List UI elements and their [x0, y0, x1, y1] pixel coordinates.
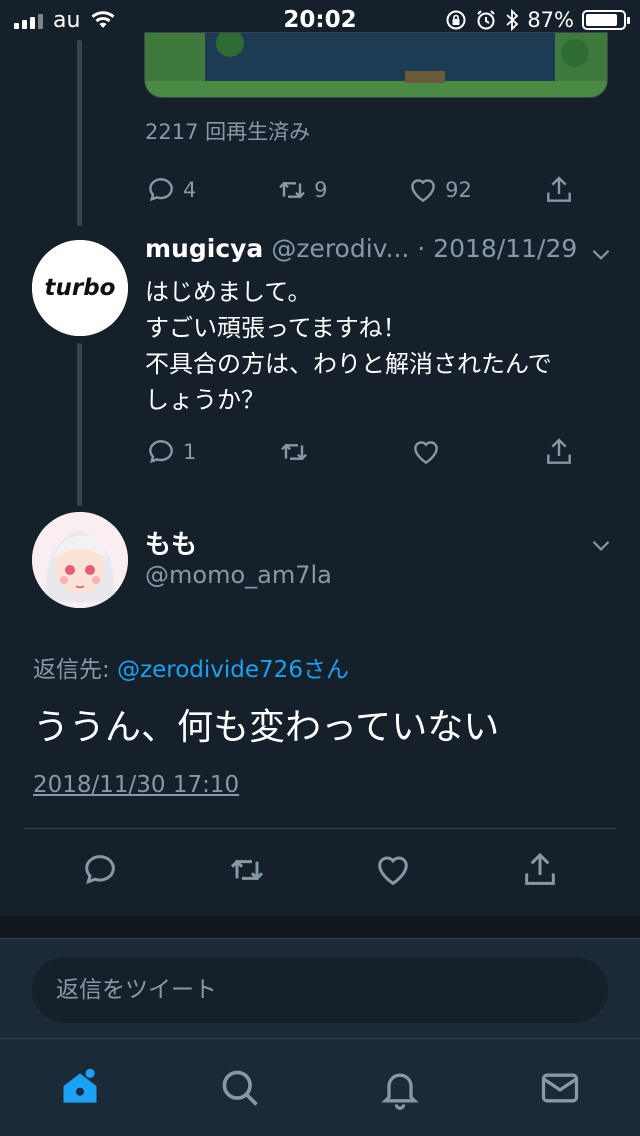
- section-separator: [0, 916, 640, 938]
- heart-icon[interactable]: [373, 850, 413, 890]
- retweet-icon: [280, 443, 307, 461]
- share-button[interactable]: [543, 436, 575, 468]
- wifi-icon: [91, 11, 115, 28]
- like-button[interactable]: 92: [407, 174, 472, 206]
- avatar[interactable]: [32, 512, 128, 608]
- reply-bar: [0, 938, 640, 1038]
- prev-tweet-actions: 4 9 92: [145, 174, 575, 206]
- home-icon[interactable]: [58, 1066, 102, 1110]
- avatar[interactable]: turbo: [32, 240, 128, 336]
- reply-tweet-actions: 1: [145, 436, 575, 468]
- reply-to-prefix: 返信先:: [33, 657, 118, 683]
- user-handle[interactable]: @momo_am7la: [145, 561, 332, 589]
- signal-icon: [14, 11, 43, 29]
- tweet-header: mugicya @zerodiv... · 2018/11/29: [145, 234, 615, 263]
- display-name[interactable]: もも: [145, 524, 197, 561]
- reply-icon: [149, 178, 173, 202]
- share-icon[interactable]: [520, 850, 560, 890]
- notifications-icon[interactable]: [378, 1066, 422, 1110]
- view-count: 2217 回再生済み: [145, 120, 311, 144]
- retweet-icon: [279, 181, 305, 199]
- share-button[interactable]: [543, 174, 575, 206]
- status-time: 20:02: [283, 7, 357, 33]
- carrier-label: au: [53, 7, 81, 33]
- tab-bar: [0, 1038, 640, 1136]
- reply-button[interactable]: 1: [145, 436, 205, 468]
- game-map-image: [145, 33, 607, 97]
- chevron-down-icon[interactable]: [588, 241, 614, 267]
- tweet-text: ううん、何も変わっていない: [33, 707, 500, 748]
- chevron-down-icon[interactable]: [588, 532, 614, 558]
- thread-line: [77, 343, 82, 506]
- svg-text:turbo: turbo: [45, 275, 116, 301]
- retweet-count: 9: [314, 178, 328, 202]
- search-icon[interactable]: [218, 1066, 262, 1110]
- anime-avatar-image: [32, 512, 128, 608]
- turbo-logo: turbo: [32, 240, 128, 336]
- reply-button[interactable]: 4: [145, 174, 205, 206]
- reply-to-link[interactable]: @zerodivide726さん: [117, 657, 349, 683]
- video-thumbnail[interactable]: [144, 32, 608, 98]
- share-icon: [547, 176, 571, 202]
- messages-icon[interactable]: [538, 1066, 582, 1110]
- retweet-button[interactable]: 9: [276, 174, 336, 206]
- thread-line: [77, 40, 82, 226]
- tweet-meta: @zerodiv... · 2018/11/29: [271, 234, 578, 263]
- display-name[interactable]: mugicya: [145, 234, 263, 263]
- reply-icon: [149, 440, 173, 464]
- reply-icon[interactable]: [80, 850, 120, 890]
- like-count: 92: [445, 178, 472, 202]
- main-tweet-actions: [80, 850, 560, 890]
- reply-count: 4: [183, 178, 197, 202]
- share-icon: [547, 438, 571, 464]
- retweet-button[interactable]: [278, 436, 338, 468]
- retweet-icon[interactable]: [227, 850, 267, 890]
- reply-count: 1: [183, 440, 197, 464]
- heart-icon: [414, 441, 439, 465]
- like-button[interactable]: [410, 436, 470, 468]
- heart-icon: [411, 179, 436, 203]
- reply-input[interactable]: [32, 957, 608, 1023]
- bluetooth-icon: [506, 9, 519, 31]
- alarm-icon: [477, 10, 496, 30]
- reply-to: 返信先: @zerodivide726さん: [33, 650, 349, 684]
- battery-icon: [582, 10, 630, 30]
- battery-percent: 87%: [527, 8, 574, 32]
- rotation-lock-icon: [446, 10, 466, 30]
- tweet-timestamp[interactable]: 2018/11/30 17:10: [33, 772, 239, 798]
- divider: [24, 828, 616, 829]
- tweet-text: はじめまして。 すごい頑張ってますね！ 不具合の方は、わりと解消されたんで しょ…: [145, 278, 552, 414]
